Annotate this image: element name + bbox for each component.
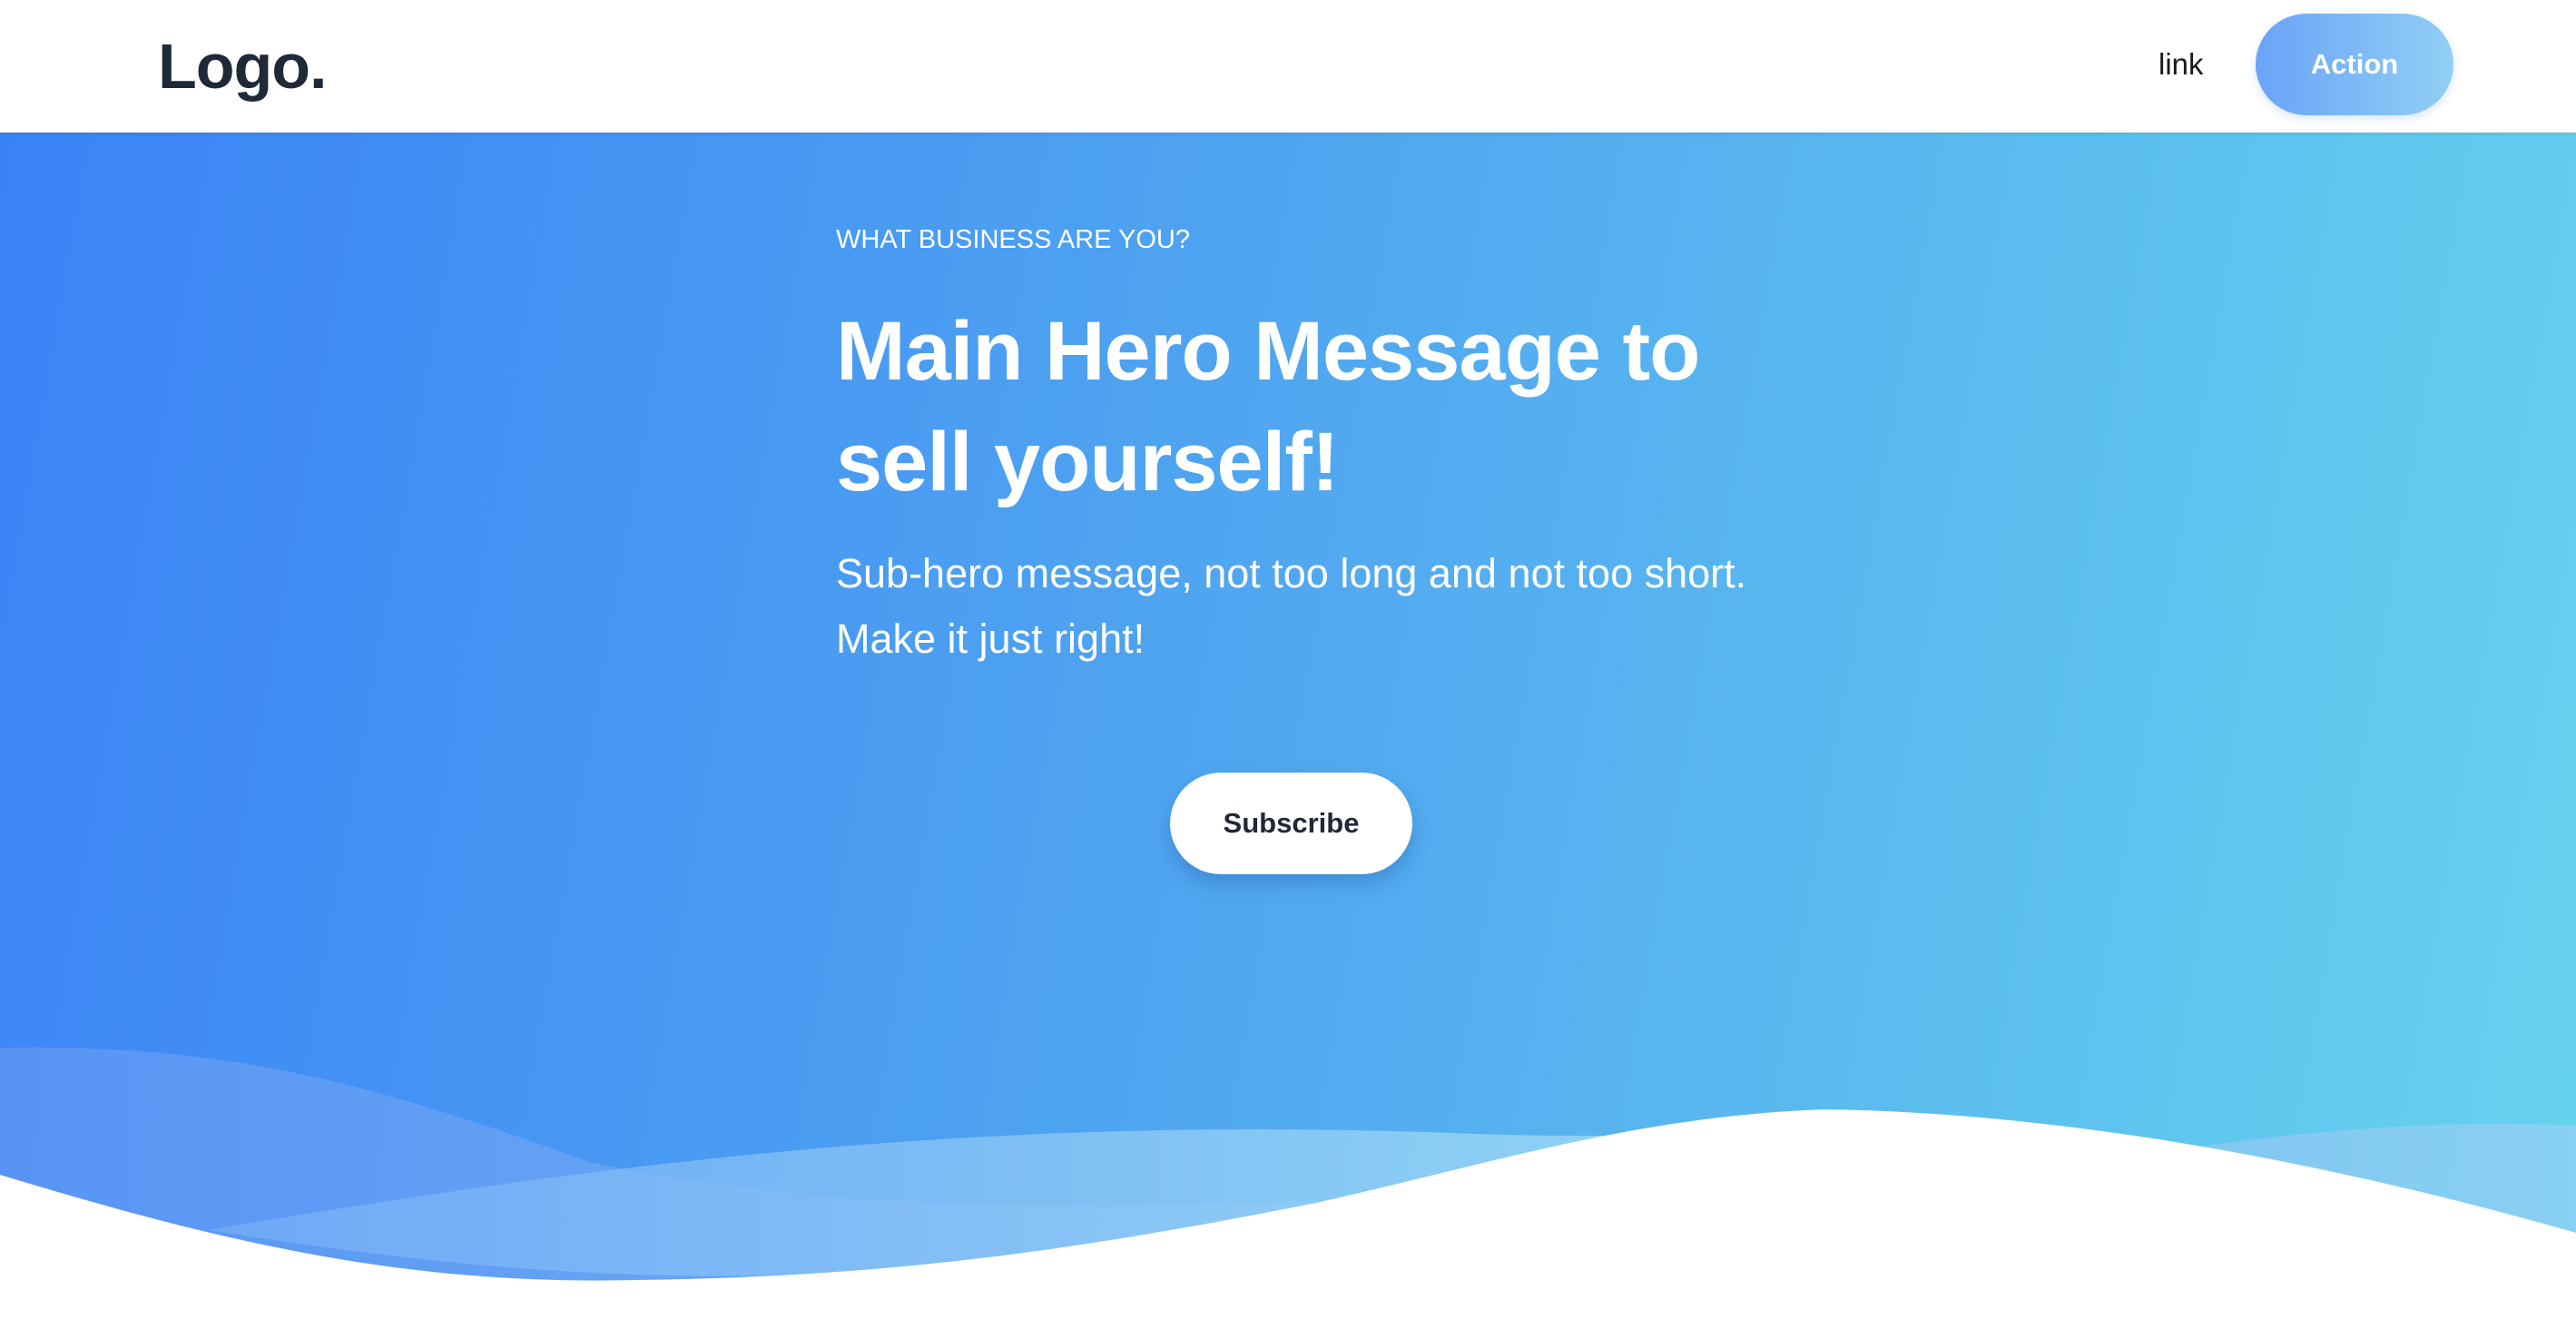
action-button[interactable]: Action	[2256, 14, 2453, 115]
logo[interactable]: Logo.	[158, 27, 327, 105]
hero-subtitle: Sub-hero message, not too long and not t…	[836, 550, 1747, 662]
top-navbar: Logo. link Action	[0, 0, 2576, 133]
hero-title: Main Hero Message to sell yourself!	[836, 305, 1700, 508]
hero-eyebrow: WHAT BUSINESS ARE YOU?	[836, 225, 1190, 254]
nav-link[interactable]: link	[2158, 42, 2204, 87]
subscribe-button[interactable]: Subscribe	[1170, 773, 1412, 874]
decorative-waves	[0, 1047, 2576, 1320]
landing-page: Logo. link Action WHAT BUSINESS ARE YOU?…	[0, 0, 2576, 1320]
